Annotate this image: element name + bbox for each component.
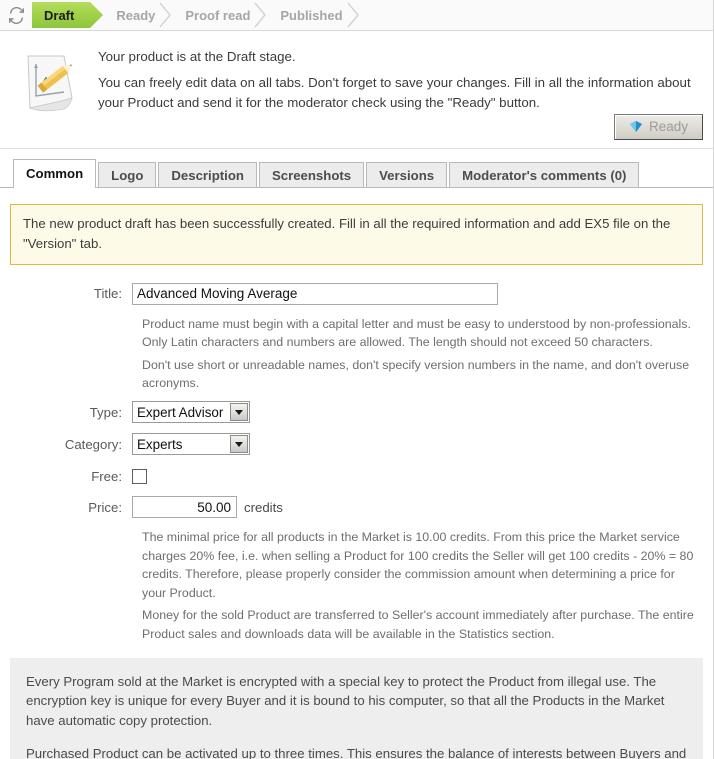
notice-line-2: You can freely edit data on all tabs. Do… bbox=[98, 75, 691, 110]
stage-item-published[interactable]: Published bbox=[266, 2, 359, 28]
stage-item-proof-read[interactable]: Proof read bbox=[171, 2, 267, 28]
price-help-2: Money for the sold Product are transferr… bbox=[142, 608, 694, 642]
tab-moderators-comments[interactable]: Moderator's comments (0) bbox=[449, 162, 640, 187]
success-alert: The new product draft has been successfu… bbox=[10, 204, 703, 265]
category-label: Category: bbox=[64, 436, 122, 452]
encryption-info-p1: Every Program sold at the Market is encr… bbox=[26, 673, 665, 729]
price-input[interactable] bbox=[132, 496, 237, 519]
stage-item-ready[interactable]: Ready bbox=[102, 2, 172, 28]
tab-bar: Common Logo Description Screenshots Vers… bbox=[0, 159, 713, 188]
category-select-wrap: Experts bbox=[132, 433, 250, 456]
title-label: Title: bbox=[93, 286, 122, 302]
tab-description[interactable]: Description bbox=[158, 162, 257, 187]
notice-text-block: Your product is at the Draft stage. You … bbox=[84, 45, 703, 142]
tab-label: Common bbox=[26, 166, 84, 181]
category-select[interactable]: Experts bbox=[132, 433, 250, 456]
tab-label: Moderator's comments (0) bbox=[462, 168, 627, 183]
stage-label: Proof read bbox=[185, 7, 251, 23]
price-help-1: The minimal price for all products in th… bbox=[142, 530, 694, 600]
stage-label: Published bbox=[280, 7, 343, 23]
gem-icon bbox=[629, 121, 642, 133]
ready-button[interactable]: Ready bbox=[613, 113, 703, 140]
title-input[interactable] bbox=[132, 282, 498, 305]
type-row: Type: Expert Advisor bbox=[10, 401, 703, 424]
refresh-icon[interactable] bbox=[7, 6, 26, 25]
type-label: Type: bbox=[89, 404, 122, 420]
tab-label: Screenshots bbox=[271, 168, 352, 183]
document-chart-pencil-icon bbox=[27, 55, 73, 112]
stage-item-draft[interactable]: Draft bbox=[32, 2, 104, 28]
stage-label: Draft bbox=[44, 7, 75, 23]
tab-versions[interactable]: Versions bbox=[366, 162, 448, 187]
stage-separator-icon bbox=[346, 2, 359, 28]
tab-common[interactable]: Common bbox=[13, 159, 97, 188]
free-label: Free: bbox=[91, 469, 122, 485]
price-label: Price: bbox=[88, 499, 122, 515]
ready-button-wrap: Ready bbox=[613, 113, 703, 140]
title-help-1: Product name must begin with a capital l… bbox=[142, 316, 691, 350]
stage-label: Ready bbox=[116, 7, 156, 23]
title-help-2: Don't use short or unreadable names, don… bbox=[142, 357, 690, 391]
tab-label: Versions bbox=[379, 168, 435, 183]
title-row: Title: bbox=[10, 282, 703, 305]
common-tab-form: Title: Product name must begin with a ca… bbox=[0, 265, 713, 644]
category-row: Category: Experts bbox=[10, 433, 703, 456]
price-unit-label: credits bbox=[244, 499, 283, 515]
notice-line-1: Your product is at the Draft stage. bbox=[98, 49, 296, 64]
tab-label: Description bbox=[171, 168, 244, 183]
encryption-info-box: Every Program sold at the Market is encr… bbox=[10, 657, 703, 759]
tab-logo[interactable]: Logo bbox=[98, 162, 157, 187]
free-row: Free: bbox=[10, 469, 703, 485]
type-select-wrap: Expert Advisor bbox=[132, 401, 250, 424]
type-select[interactable]: Expert Advisor bbox=[132, 401, 250, 424]
tab-screenshots[interactable]: Screenshots bbox=[258, 162, 365, 187]
product-draft-page: Draft Ready Proof read Published Your pr… bbox=[0, 0, 714, 759]
ready-button-label: Ready bbox=[648, 118, 688, 134]
free-checkbox[interactable] bbox=[132, 469, 147, 485]
price-row: Price: credits bbox=[10, 496, 703, 519]
stage-breadcrumb: Draft Ready Proof read Published bbox=[0, 0, 713, 31]
encryption-info-p2: Purchased Product can be activated up to… bbox=[26, 746, 687, 759]
tab-label: Logo bbox=[111, 168, 144, 183]
stage-notice-panel: Your product is at the Draft stage. You … bbox=[0, 31, 713, 149]
